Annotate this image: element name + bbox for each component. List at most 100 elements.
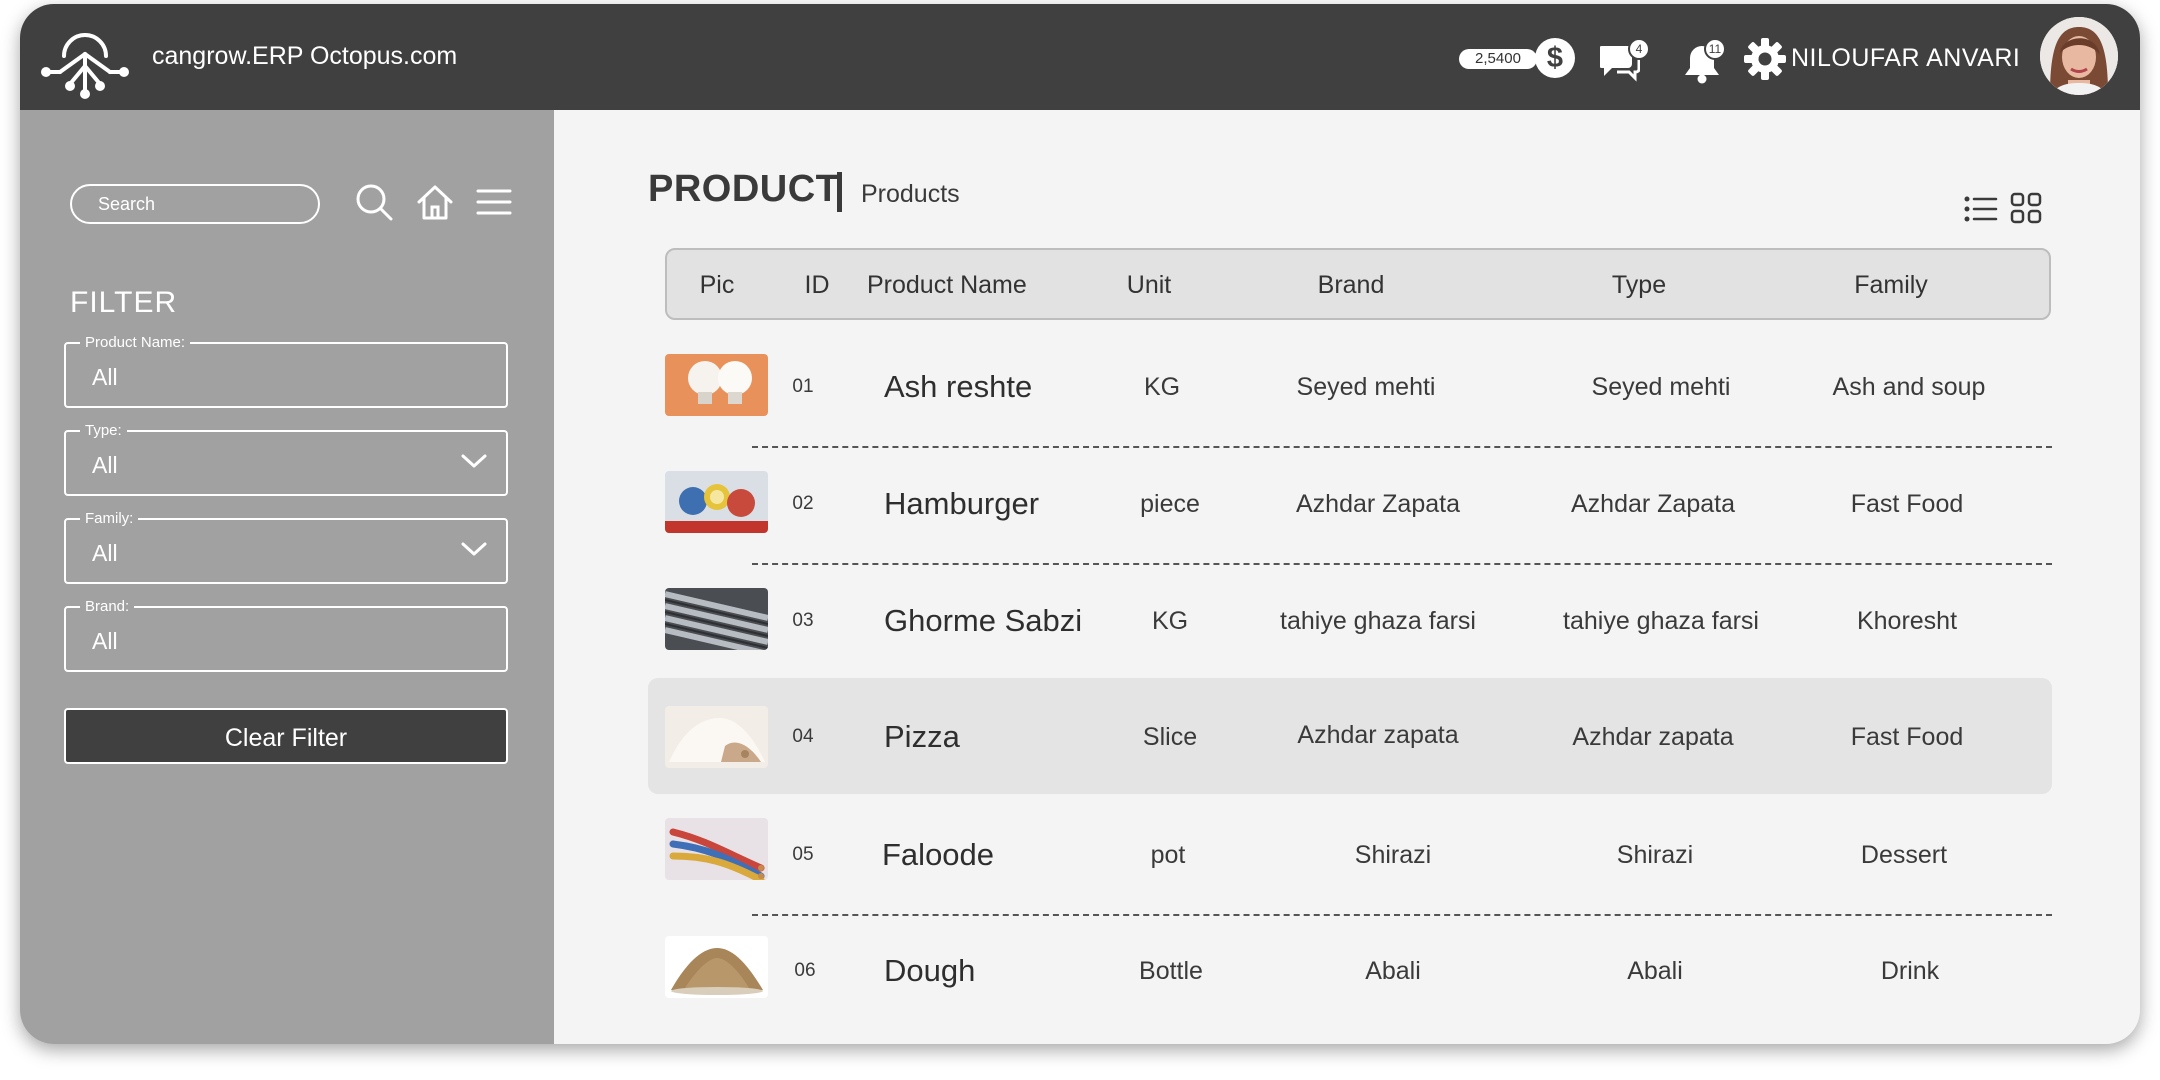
product-name[interactable]: Pizza: [884, 678, 960, 796]
product-brand: Azhdar zapata: [1297, 721, 1459, 749]
user-name[interactable]: NILOUFAR ANVARI: [1791, 44, 2020, 73]
product-name-filter[interactable]: Product Name: All: [64, 334, 508, 408]
product-id: 01: [792, 376, 814, 397]
home-icon[interactable]: [415, 182, 455, 222]
product-unit: Bottle: [1139, 957, 1203, 985]
balance-widget[interactable]: 2,5400 $: [1459, 38, 1575, 78]
column-type[interactable]: Type: [1612, 250, 1666, 320]
grid-view-icon[interactable]: [2010, 192, 2042, 224]
table-row[interactable]: 03 Ghorme Sabzi KG tahiye ghaza farsi ta…: [648, 566, 2052, 682]
product-type: Azhdar zapata: [1572, 723, 1734, 751]
messages-badge: 4: [1628, 38, 1650, 60]
brand-filter[interactable]: Brand: All: [64, 598, 508, 672]
messages-button[interactable]: 4: [1600, 38, 1650, 82]
product-type: tahiye ghaza farsi: [1563, 607, 1759, 635]
table-row[interactable]: 06 Dough Bottle Abali Abali Drink: [648, 916, 2052, 1032]
product-id: 03: [792, 610, 814, 631]
field-label: Family:: [80, 510, 139, 528]
app-window: cangrow.ERP Octopus.com 2,5400 $ 4 11 NI…: [20, 4, 2140, 1044]
product-unit: KG: [1143, 373, 1181, 401]
clear-filter-button[interactable]: Clear Filter: [64, 708, 508, 764]
app-title: cangrow.ERP Octopus.com: [152, 42, 458, 70]
row-divider: [752, 446, 2052, 448]
product-unit: Slice: [1142, 723, 1198, 751]
type-filter[interactable]: Type: All: [64, 422, 508, 496]
avatar[interactable]: [2040, 17, 2118, 95]
octopus-logo-icon[interactable]: [40, 14, 130, 100]
light-bulbs-image: [665, 354, 768, 416]
product-name[interactable]: Ash reshte: [884, 332, 1032, 442]
product-type: Seyed mehti: [1591, 373, 1731, 401]
product-thumbnail: [665, 936, 768, 998]
flour-pile-image: [665, 706, 768, 768]
product-thumbnail: [665, 706, 768, 768]
product-type: Shirazi: [1616, 841, 1694, 869]
product-thumbnail: [665, 354, 768, 416]
product-name[interactable]: Hamburger: [884, 449, 1039, 559]
product-name[interactable]: Faloode: [882, 800, 994, 910]
product-thumbnail: [665, 588, 768, 650]
product-type: Azhdar Zapata: [1571, 490, 1735, 518]
sand-pile-image: [665, 936, 768, 998]
product-brand: Shirazi: [1354, 841, 1432, 869]
page-title: PRODUCT: [648, 168, 840, 210]
product-thumbnail: [665, 818, 768, 880]
search-icon[interactable]: [354, 182, 394, 222]
notifications-button[interactable]: 11: [1684, 38, 1728, 84]
table-row[interactable]: 05 Faloode pot Shirazi Shirazi Dessert: [648, 800, 2052, 916]
balance-amount: 2,5400: [1459, 49, 1537, 69]
gear-icon[interactable]: [1744, 38, 1786, 80]
product-brand: Seyed mehti: [1296, 373, 1436, 401]
field-value: All: [92, 540, 118, 566]
table-header: Pic ID Product Name Unit Brand Type Fami…: [665, 248, 2051, 320]
product-type: Abali: [1627, 957, 1683, 985]
menu-icon[interactable]: [476, 184, 512, 220]
table-row[interactable]: 02 Hamburger piece Azhdar Zapata Azhdar …: [648, 449, 2052, 565]
family-filter[interactable]: Family: All: [64, 510, 508, 584]
product-unit: pot: [1150, 841, 1186, 869]
dollar-icon: $: [1535, 38, 1575, 78]
chevron-down-icon: [461, 542, 487, 556]
product-family: Fast Food: [1850, 490, 1964, 518]
column-unit[interactable]: Unit: [1127, 250, 1171, 320]
title-divider: [837, 172, 842, 212]
top-bar: cangrow.ERP Octopus.com 2,5400 $ 4 11 NI…: [20, 4, 2140, 110]
paint-cans-image: [665, 471, 768, 533]
table-row[interactable]: 01 Ash reshte KG Seyed mehti Seyed mehti…: [648, 332, 2052, 448]
cables-image: [665, 818, 768, 880]
column-product-name[interactable]: Product Name: [867, 250, 1027, 320]
product-family: Dessert: [1860, 841, 1948, 869]
column-id[interactable]: ID: [805, 250, 830, 320]
product-name[interactable]: Dough: [884, 916, 975, 1026]
product-thumbnail: [665, 471, 768, 533]
product-id: 04: [792, 726, 814, 747]
chevron-down-icon: [461, 454, 487, 468]
table-row-selected[interactable]: 04 Pizza Slice Azhdar zapata Azhdar zapa…: [648, 678, 2052, 794]
product-brand: Abali: [1365, 957, 1421, 985]
field-value: All: [92, 364, 118, 390]
product-id: 02: [792, 493, 814, 514]
field-value: All: [92, 452, 118, 478]
notifications-badge: 11: [1704, 38, 1726, 60]
sidebar: Search FILTER Product Name: All Type: Al…: [20, 110, 554, 1044]
avatar-image: [2040, 17, 2118, 95]
field-label: Brand:: [80, 598, 135, 616]
column-family[interactable]: Family: [1854, 250, 1928, 320]
list-view-icon[interactable]: [1964, 194, 1998, 224]
product-family: Drink: [1880, 957, 1940, 985]
steel-pipes-image: [665, 588, 768, 650]
column-pic[interactable]: Pic: [700, 250, 735, 320]
product-name[interactable]: Ghorme Sabzi: [884, 566, 1082, 676]
product-id: 05: [792, 844, 814, 865]
product-brand: tahiye ghaza farsi: [1280, 607, 1476, 635]
column-brand[interactable]: Brand: [1318, 250, 1385, 320]
page-subtitle: Products: [861, 180, 960, 208]
product-brand: Azhdar Zapata: [1296, 490, 1460, 518]
product-unit: piece: [1140, 490, 1200, 518]
product-unit: KG: [1151, 607, 1189, 635]
product-id: 06: [794, 960, 816, 981]
search-input[interactable]: Search: [70, 184, 320, 224]
field-label: Type:: [80, 422, 127, 440]
product-family: Fast Food: [1850, 723, 1964, 751]
filter-title: FILTER: [70, 286, 178, 319]
